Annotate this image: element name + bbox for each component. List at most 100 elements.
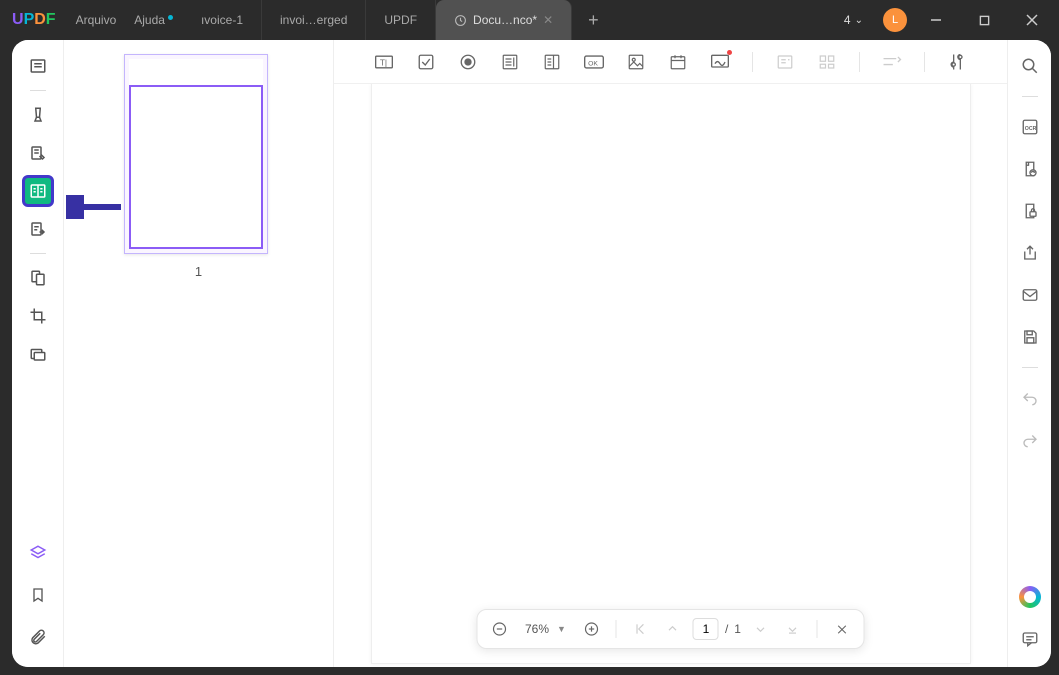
attachment-icon[interactable] [22,621,54,653]
menu-file[interactable]: Arquivo [76,13,117,27]
tab-item[interactable]: ıvoice-1 [183,0,262,40]
alignment-icon[interactable] [813,48,841,76]
ai-assistant-icon[interactable] [1016,583,1044,611]
checkbox-icon[interactable] [412,48,440,76]
separator [30,253,46,254]
tools-icon[interactable] [943,48,971,76]
separator [1022,96,1038,97]
thumbnail-header [129,59,263,85]
document-page[interactable] [371,84,971,664]
page-viewport[interactable] [334,84,1007,667]
separator [752,52,753,72]
crop-icon[interactable] [22,300,54,332]
tab-count[interactable]: 4 ⌄ [834,13,873,27]
convert-icon[interactable] [1016,155,1044,183]
menu-bar: Arquivo Ajuda [76,13,165,27]
title-bar: UPDF Arquivo Ajuda ıvoice-1 invoi…erged … [0,0,1059,40]
separator [924,52,925,72]
tab-label: ıvoice-1 [201,13,243,27]
edit-icon [454,14,467,27]
logo-letter: U [12,11,24,28]
document-tabs: ıvoice-1 invoi…erged UPDF Docu…nco* ✕ + [183,0,834,40]
radio-button-icon[interactable] [454,48,482,76]
page-control-bar: 76% ▼ / 1 [476,609,865,649]
zoom-value: 76% [525,622,549,636]
tab-item[interactable]: UPDF [366,0,436,40]
add-tab-button[interactable]: + [572,10,615,31]
redo-icon[interactable] [1016,426,1044,454]
page-total: 1 [734,622,741,636]
separator [859,52,860,72]
separator [817,620,818,638]
form-mode-icon[interactable] [22,175,54,207]
logo-letter: F [46,11,56,28]
workspace: 1 T| OK [12,40,1051,667]
close-bar-button[interactable] [830,617,854,641]
close-icon[interactable]: ✕ [543,13,553,27]
user-avatar[interactable]: L [883,8,907,32]
edit-text-icon[interactable] [22,137,54,169]
compare-icon[interactable] [22,262,54,294]
chevron-down-icon: ⌄ [855,15,863,26]
ocr-icon[interactable]: OCR [1016,113,1044,141]
layers-icon[interactable] [22,537,54,569]
avatar-initial: L [892,14,898,26]
maximize-button[interactable] [965,0,1003,40]
tab-label: UPDF [384,13,417,27]
left-sidebar [12,40,64,667]
editor-area: T| OK [334,40,1007,667]
dropdown-icon[interactable] [496,48,524,76]
logo-letter: D [34,11,46,28]
button-field-icon[interactable]: OK [580,48,608,76]
last-page-button[interactable] [781,617,805,641]
page-sep: / [725,622,728,636]
protect-icon[interactable] [1016,197,1044,225]
undo-icon[interactable] [1016,384,1044,412]
separator [1022,367,1038,368]
right-sidebar-bottom [1016,583,1044,667]
zoom-out-button[interactable] [487,617,511,641]
next-page-button[interactable] [749,617,773,641]
text-field-icon[interactable]: T| [370,48,398,76]
organize-pages-icon[interactable] [22,213,54,245]
reader-mode-icon[interactable] [22,50,54,82]
form-view-icon[interactable] [771,48,799,76]
thumbnail-page [129,85,263,249]
save-icon[interactable] [1016,323,1044,351]
form-toolbar: T| OK [334,40,1007,84]
tab-label: invoi…erged [280,13,347,27]
tab-order-icon[interactable] [878,48,906,76]
zoom-in-button[interactable] [580,617,604,641]
bookmark-icon[interactable] [22,579,54,611]
thumbnail-panel: 1 [64,40,334,667]
prev-page-button[interactable] [661,617,685,641]
signature-field-icon[interactable] [706,48,734,76]
image-field-icon[interactable] [622,48,650,76]
share-icon[interactable] [1016,239,1044,267]
svg-text:OK: OK [588,60,598,67]
chevron-down-icon: ▼ [557,624,566,634]
search-icon[interactable] [1016,52,1044,80]
page-input[interactable] [693,618,719,640]
first-page-button[interactable] [629,617,653,641]
date-field-icon[interactable] [664,48,692,76]
email-icon[interactable] [1016,281,1044,309]
minimize-button[interactable] [917,0,955,40]
title-bar-right: 4 ⌄ L [834,0,1059,40]
svg-text:T|: T| [380,57,387,67]
zoom-dropdown[interactable]: 76% ▼ [519,622,572,636]
page-thumbnail[interactable] [124,54,268,254]
close-button[interactable] [1013,0,1051,40]
page-indicator: / 1 [693,618,741,640]
tab-label: Docu…nco* [473,13,537,27]
listbox-icon[interactable] [538,48,566,76]
count-value: 4 [844,13,851,27]
comments-icon[interactable] [1016,625,1044,653]
app-logo: UPDF [0,11,68,29]
redact-icon[interactable] [22,338,54,370]
menu-help[interactable]: Ajuda [134,13,165,27]
tab-item[interactable]: invoi…erged [262,0,366,40]
tab-item-active[interactable]: Docu…nco* ✕ [436,0,572,40]
highlighter-icon[interactable] [22,99,54,131]
logo-letter: P [24,11,35,28]
